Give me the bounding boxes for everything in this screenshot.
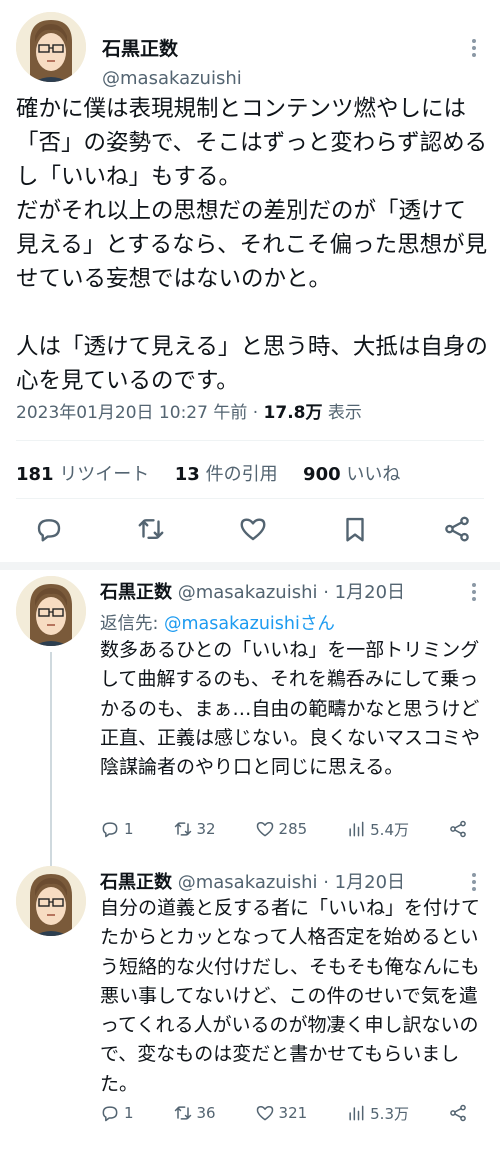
reply-button[interactable]: 1: [100, 819, 134, 839]
views-label: 表示: [327, 403, 362, 423]
avatar[interactable]: [16, 576, 86, 646]
bookmark-icon[interactable]: [340, 514, 370, 544]
author-name[interactable]: 石黒正数: [100, 872, 172, 893]
tweet-actions: [34, 514, 472, 546]
tweet-meta: 2023年01月20日 10:27 午前 · 17.8万 表示: [16, 398, 362, 423]
likes-count[interactable]: 900: [303, 464, 341, 485]
reply-text: 数多あるひとの「いいね」を一部トリミングして曲解するのも、それを鵜呑みにして乗っ…: [100, 639, 481, 779]
views-button[interactable]: 5.4万: [346, 819, 409, 840]
share-button[interactable]: [448, 819, 472, 839]
retweet-button[interactable]: 36: [173, 1103, 216, 1123]
tweet-text: 確かに僕は表現規制とコンテンツ燃やしには「否」の姿勢で、そこはずっと変わらず認め…: [16, 92, 488, 398]
tweet-paragraph: 人は「透けて見える」と思う時、大抵は自身の心を見ているのです。: [16, 334, 488, 394]
views-icon: [346, 1103, 366, 1123]
tweet-stats: 181 リツイート 13 件の引用 900 いいね: [16, 460, 400, 486]
section-divider: [0, 562, 500, 570]
tweet-thread-page: 石黒正数 @masakazuishi 確かに僕は表現規制とコンテンツ燃やしには「…: [0, 0, 500, 1153]
divider: [16, 440, 484, 441]
retweet-button[interactable]: 32: [173, 819, 216, 839]
reply-actions: 1 36 321 5.3万: [100, 1100, 472, 1126]
views-count: 5.4万: [370, 820, 409, 839]
reply-date[interactable]: · 1月20日: [323, 872, 405, 893]
reply-icon[interactable]: [34, 514, 64, 544]
heart-icon[interactable]: [238, 514, 268, 544]
more-options-icon[interactable]: [464, 580, 484, 610]
quotes-label[interactable]: 件の引用: [206, 464, 278, 485]
share-button[interactable]: [448, 1103, 472, 1123]
likes-label[interactable]: いいね: [346, 464, 400, 485]
retweet-icon: [173, 819, 193, 839]
reply-to-prefix: 返信先:: [100, 614, 164, 634]
like-count: 321: [278, 1104, 308, 1122]
retweet-icon: [173, 1103, 193, 1123]
meta-separator: ·: [252, 403, 259, 423]
like-button[interactable]: 285: [255, 819, 308, 839]
views-icon: [346, 819, 366, 839]
reply-count: 1: [124, 1104, 134, 1122]
heart-icon: [255, 1103, 275, 1123]
retweets-count[interactable]: 181: [16, 464, 54, 485]
share-icon: [448, 1103, 468, 1123]
retweet-count: 32: [196, 820, 216, 838]
retweet-count: 36: [196, 1104, 216, 1122]
tweet-paragraph: 確かに僕は表現規制とコンテンツ燃やしには「否」の姿勢で、そこはずっと変わらず認め…: [16, 96, 488, 292]
quotes-count[interactable]: 13: [175, 464, 200, 485]
reply-tweet[interactable]: 石黒正数 @masakazuishi · 1月20日 返信先: @masakaz…: [0, 576, 500, 866]
reply-header: 石黒正数 @masakazuishi · 1月20日: [100, 578, 405, 604]
thread-line: [50, 652, 52, 866]
author-handle[interactable]: @masakazuishi: [102, 68, 242, 89]
reply-to: 返信先: @masakazuishiさん: [100, 610, 335, 635]
retweets-label[interactable]: リツイート: [59, 464, 149, 485]
share-icon[interactable]: [442, 514, 472, 544]
views-button[interactable]: 5.3万: [346, 1103, 409, 1124]
avatar[interactable]: [16, 12, 86, 82]
reply-date[interactable]: · 1月20日: [323, 582, 405, 603]
views-count: 17.8万: [263, 403, 323, 423]
like-button[interactable]: 321: [255, 1103, 308, 1123]
reply-button[interactable]: 1: [100, 1103, 134, 1123]
reply-text: 自分の道義と反する者に「いいね」を付けてたからとカッとなって人格否定を始めるとい…: [100, 897, 481, 1095]
reply-actions: 1 32 285 5.4万: [100, 816, 472, 842]
author-name[interactable]: 石黒正数: [102, 34, 178, 61]
reply-icon: [100, 819, 120, 839]
author-handle[interactable]: @masakazuishi: [178, 582, 318, 603]
divider: [16, 498, 484, 499]
author-handle[interactable]: @masakazuishi: [178, 872, 318, 893]
views-count: 5.3万: [370, 1104, 409, 1123]
share-icon: [448, 819, 468, 839]
timestamp[interactable]: 2023年01月20日 10:27 午前: [16, 403, 247, 423]
retweet-icon[interactable]: [136, 514, 166, 544]
reply-tweet[interactable]: 石黒正数 @masakazuishi · 1月20日 自分の道義と反する者に「い…: [0, 866, 500, 1146]
avatar[interactable]: [16, 866, 86, 936]
reply-to-handle[interactable]: @masakazuishiさん: [164, 614, 335, 634]
reply-icon: [100, 1103, 120, 1123]
like-count: 285: [278, 820, 308, 838]
reply-header: 石黒正数 @masakazuishi · 1月20日: [100, 868, 405, 894]
reply-count: 1: [124, 820, 134, 838]
author-name[interactable]: 石黒正数: [100, 582, 172, 603]
more-options-icon[interactable]: [464, 36, 484, 66]
heart-icon: [255, 819, 275, 839]
main-tweet-header: 石黒正数 @masakazuishi: [16, 12, 484, 89]
